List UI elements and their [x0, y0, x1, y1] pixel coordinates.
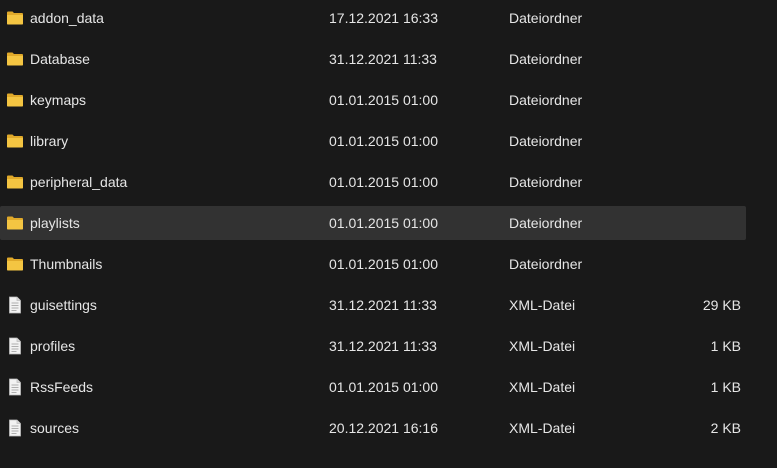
- file-size: 1 KB: [710, 379, 741, 395]
- file-type: Dateiordner: [509, 174, 583, 190]
- file-name: sources: [30, 420, 80, 436]
- file-date-modified: 01.01.2015 01:00: [329, 92, 438, 108]
- folder-icon: [6, 214, 24, 232]
- file-row[interactable]: guisettings 31.12.2021 11:33 XML-Datei 29 K…: [0, 288, 746, 322]
- file-row[interactable]: addon_data 17.12.2021 16:33 Dateiordner: [0, 1, 746, 35]
- file-type: Dateiordner: [509, 215, 583, 231]
- file-row[interactable]: Database 31.12.2021 11:33 Dateiordner: [0, 42, 746, 76]
- file-type: XML-Datei: [509, 379, 576, 395]
- file-date-modified: 01.01.2015 01:00: [329, 133, 438, 149]
- file-date-modified: 01.01.2015 01:00: [329, 174, 438, 190]
- folder-icon: [6, 50, 24, 68]
- file-name: RssFeeds: [30, 379, 94, 395]
- file-row[interactable]: library 01.01.2015 01:00 Dateiordner: [0, 124, 746, 158]
- file-size: 1 KB: [710, 338, 741, 354]
- file-type: Dateiordner: [509, 92, 583, 108]
- file-type: XML-Datei: [509, 297, 576, 313]
- folder-icon: [6, 9, 24, 27]
- file-row[interactable]: Thumbnails 01.01.2015 01:00 Dateiordner: [0, 247, 746, 281]
- file-list: addon_data 17.12.2021 16:33 Dateiordner Dat…: [0, 0, 777, 468]
- file-row[interactable]: keymaps 01.01.2015 01:00 Dateiordner: [0, 83, 746, 117]
- document-icon: [6, 419, 24, 437]
- file-name: profiles: [30, 338, 76, 354]
- file-type: XML-Datei: [509, 338, 576, 354]
- file-type: Dateiordner: [509, 133, 583, 149]
- document-icon: [6, 296, 24, 314]
- file-date-modified: 17.12.2021 16:33: [329, 10, 438, 26]
- file-row[interactable]: profiles 31.12.2021 11:33 XML-Datei 1 KB: [0, 329, 746, 363]
- file-row[interactable]: playlists 01.01.2015 01:00 Dateiordner: [0, 206, 746, 240]
- file-name: playlists: [30, 215, 80, 231]
- file-date-modified: 31.12.2021 11:33: [329, 51, 437, 67]
- file-type: Dateiordner: [509, 256, 583, 272]
- file-date-modified: 31.12.2021 11:33: [329, 297, 437, 313]
- file-date-modified: 01.01.2015 01:00: [329, 379, 438, 395]
- file-row[interactable]: sources 20.12.2021 16:16 XML-Datei 2 KB: [0, 411, 746, 445]
- file-name: peripheral_data: [30, 174, 128, 190]
- file-row[interactable]: peripheral_data 01.01.2015 01:00 Dateiordn…: [0, 165, 746, 199]
- document-icon: [6, 378, 24, 396]
- folder-icon: [6, 173, 24, 191]
- file-name: keymaps: [30, 92, 87, 108]
- file-name: library: [30, 133, 69, 149]
- file-date-modified: 31.12.2021 11:33: [329, 338, 437, 354]
- file-name: guisettings: [30, 297, 97, 313]
- folder-icon: [6, 132, 24, 150]
- file-size: 2 KB: [710, 420, 741, 436]
- document-icon: [6, 337, 24, 355]
- file-name: Thumbnails: [30, 256, 103, 272]
- file-date-modified: 01.01.2015 01:00: [329, 256, 438, 272]
- folder-icon: [6, 255, 24, 273]
- file-row[interactable]: RssFeeds 01.01.2015 01:00 XML-Datei 1 KB: [0, 370, 746, 404]
- file-type: Dateiordner: [509, 10, 583, 26]
- file-size: 29 KB: [702, 297, 741, 313]
- folder-icon: [6, 91, 24, 109]
- file-date-modified: 20.12.2021 16:16: [329, 420, 438, 436]
- file-name: Database: [30, 51, 90, 67]
- file-name: addon_data: [30, 10, 104, 26]
- file-type: XML-Datei: [509, 420, 576, 436]
- file-type: Dateiordner: [509, 51, 583, 67]
- file-date-modified: 01.01.2015 01:00: [329, 215, 438, 231]
